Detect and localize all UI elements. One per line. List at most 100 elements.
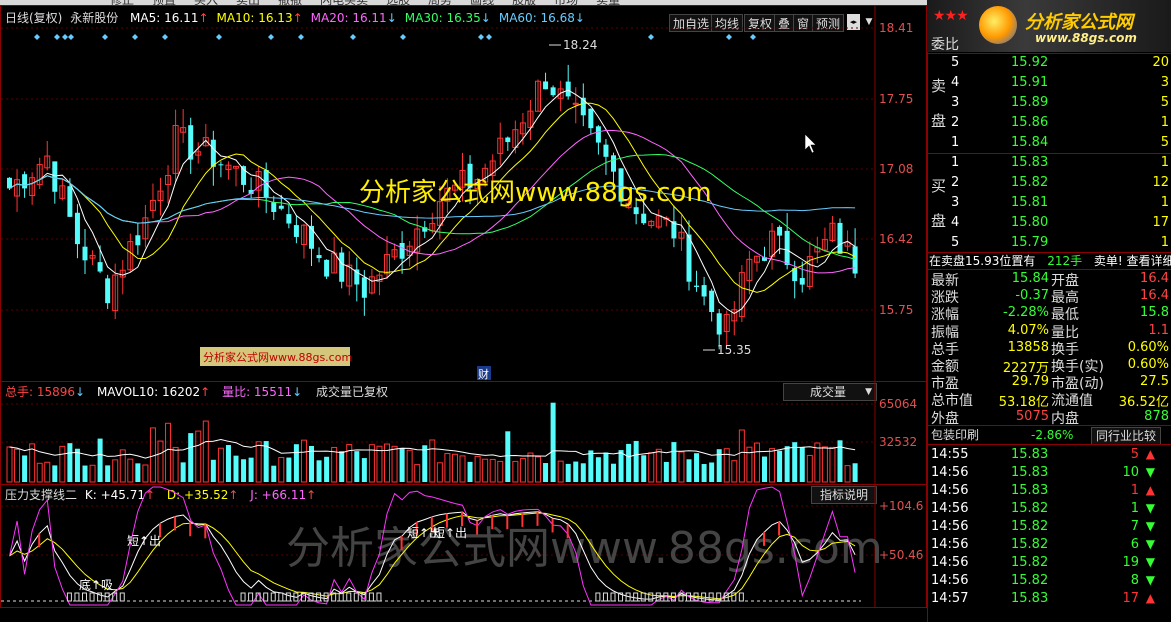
- order-volume: 20: [1152, 55, 1169, 70]
- candle: [565, 64, 571, 100]
- tick-row[interactable]: 14:56 15.82 1 ▼: [927, 500, 1171, 518]
- order-row[interactable]: 2 15.86 1: [927, 113, 1171, 133]
- candle: [157, 177, 164, 216]
- order-level: 5: [951, 55, 960, 70]
- tick-row[interactable]: 14:56 15.83 10 ▼: [927, 464, 1171, 482]
- tick-time: 14:56: [931, 573, 969, 588]
- tick-row[interactable]: 14:57 15.83 17 ▲: [927, 590, 1171, 608]
- volume-bar: [806, 454, 813, 483]
- volume-bar: [784, 446, 790, 482]
- signal-bar: [240, 592, 246, 602]
- order-row[interactable]: 1 15.84 5: [927, 133, 1171, 153]
- notice-right: 卖单! 查看详细: [1093, 254, 1171, 268]
- candle: [550, 85, 556, 97]
- tick-row[interactable]: 14:56 15.82 8 ▼: [927, 572, 1171, 590]
- quote-value: 15.84: [1011, 271, 1049, 286]
- volume-bar: [225, 445, 231, 482]
- volume-bar: [82, 465, 88, 482]
- tick-row[interactable]: 14:56 15.82 6 ▼: [927, 536, 1171, 554]
- volume-bar: [391, 445, 398, 483]
- candle: [414, 215, 421, 271]
- order-row[interactable]: 1 15.83 1: [927, 153, 1171, 173]
- order-price: 15.81: [1011, 195, 1049, 210]
- tick-time: 14:55: [931, 447, 969, 462]
- volume-chart-panel[interactable]: 总手: 15896↓ MAVOL10: 16202↑ 量比: 15511↓ 成交…: [0, 381, 927, 485]
- tick-price: 15.82: [1011, 501, 1049, 516]
- order-price: 15.82: [1011, 175, 1049, 190]
- candle: [671, 205, 677, 248]
- arrow-up-icon: ▲: [1145, 483, 1155, 497]
- indicator-chart-panel[interactable]: 压力支撑线二 K: +45.71↑ D: +35.52↑ J: +66.11↑ …: [0, 484, 927, 608]
- candle: [497, 122, 504, 166]
- quote-value: 1.1: [1148, 322, 1169, 338]
- volume-bar: [694, 453, 700, 482]
- main-chart-panel[interactable]: 日线(复权) 永新股份 MA5: 16.11↑ MA10: 16.13↑ MA20:…: [0, 5, 927, 382]
- candle: [293, 215, 299, 244]
- volume-bar: [67, 443, 73, 482]
- candle: [844, 230, 851, 251]
- candle: [709, 288, 715, 322]
- tick-volume: 8: [1130, 573, 1139, 588]
- volume-bar: [105, 465, 111, 482]
- big-order-notice[interactable]: 在卖盘15.93位置有 212手 卖单! 查看详细: [929, 253, 1171, 269]
- order-row[interactable]: 4 15.91 3: [927, 73, 1171, 93]
- diamond-icon: [102, 34, 108, 40]
- volume-bar: [474, 455, 481, 483]
- tick-row[interactable]: 14:55 15.83 5 ▲: [927, 446, 1171, 464]
- volume-bar: [603, 452, 609, 482]
- candle: [135, 222, 141, 255]
- volume-bar: [678, 451, 685, 483]
- order-row[interactable]: 5 15.79 1: [927, 233, 1171, 253]
- volume-bar: [663, 461, 669, 482]
- main-candlestick-chart[interactable]: 18.24 15.35 财 分析家公式网www.88gs.com 分析家公式网www.8…: [1, 6, 926, 381]
- industry-label: 包装印刷: [931, 428, 980, 442]
- candle: [44, 140, 51, 171]
- quote-value: 5075: [1015, 408, 1049, 424]
- tick-row[interactable]: 14:56 15.82 19 ▼: [927, 554, 1171, 572]
- tick-row[interactable]: 14:56 15.82 7 ▼: [927, 518, 1171, 536]
- order-volume: 1: [1160, 115, 1169, 130]
- tick-row[interactable]: 14:56 15.83 1 ▲: [927, 482, 1171, 500]
- volume-bar: [799, 447, 805, 482]
- order-row[interactable]: 3 15.81 1: [927, 193, 1171, 213]
- volume-bar: [814, 442, 821, 483]
- candle: [588, 108, 594, 135]
- logo-url: www.88gs.com: [1035, 31, 1137, 45]
- candle: [195, 142, 202, 164]
- volume-bar: [157, 440, 164, 483]
- tick-volume: 17: [1122, 591, 1139, 606]
- industry-compare-button[interactable]: 同行业比较: [1091, 427, 1162, 445]
- order-volume: 5: [1160, 95, 1169, 110]
- quote-value: 16.4: [1140, 288, 1169, 304]
- tick-time: 14:56: [931, 555, 969, 570]
- order-level: 4: [951, 215, 960, 230]
- tick-price: 15.83: [1011, 591, 1049, 606]
- order-volume: 12: [1152, 175, 1169, 190]
- candle: [814, 236, 821, 264]
- order-row[interactable]: 3 15.89 5: [927, 93, 1171, 113]
- signal-bar: [595, 592, 601, 602]
- volume-bar: [422, 445, 428, 482]
- volume-bar: [22, 455, 28, 482]
- candle: [678, 215, 685, 251]
- volume-bar-chart[interactable]: [1, 382, 926, 484]
- signal-bar: [74, 592, 80, 602]
- candle: [399, 231, 405, 274]
- candle: [738, 265, 745, 323]
- volume-bar: [588, 450, 594, 482]
- candle: [762, 246, 767, 262]
- tick-time: 14:56: [931, 465, 969, 480]
- candle: [852, 228, 858, 279]
- volume-bar: [573, 461, 579, 482]
- candle: [603, 138, 609, 175]
- order-row[interactable]: 5 15.92 20: [927, 53, 1171, 73]
- candle: [309, 215, 314, 266]
- arrow-down-icon: ▼: [1145, 501, 1155, 515]
- signal-bar: [119, 592, 125, 602]
- order-row[interactable]: 4 15.80 17: [927, 213, 1171, 233]
- order-row[interactable]: 2 15.82 12: [927, 173, 1171, 193]
- order-price: 15.83: [1011, 155, 1049, 170]
- tick-time: 14:57: [931, 591, 969, 606]
- mouse-cursor-icon: [804, 133, 817, 154]
- indicator-line-chart[interactable]: 分析家公式网www.88gs.com短↑出底↑吸短↑出短↑出: [1, 485, 926, 607]
